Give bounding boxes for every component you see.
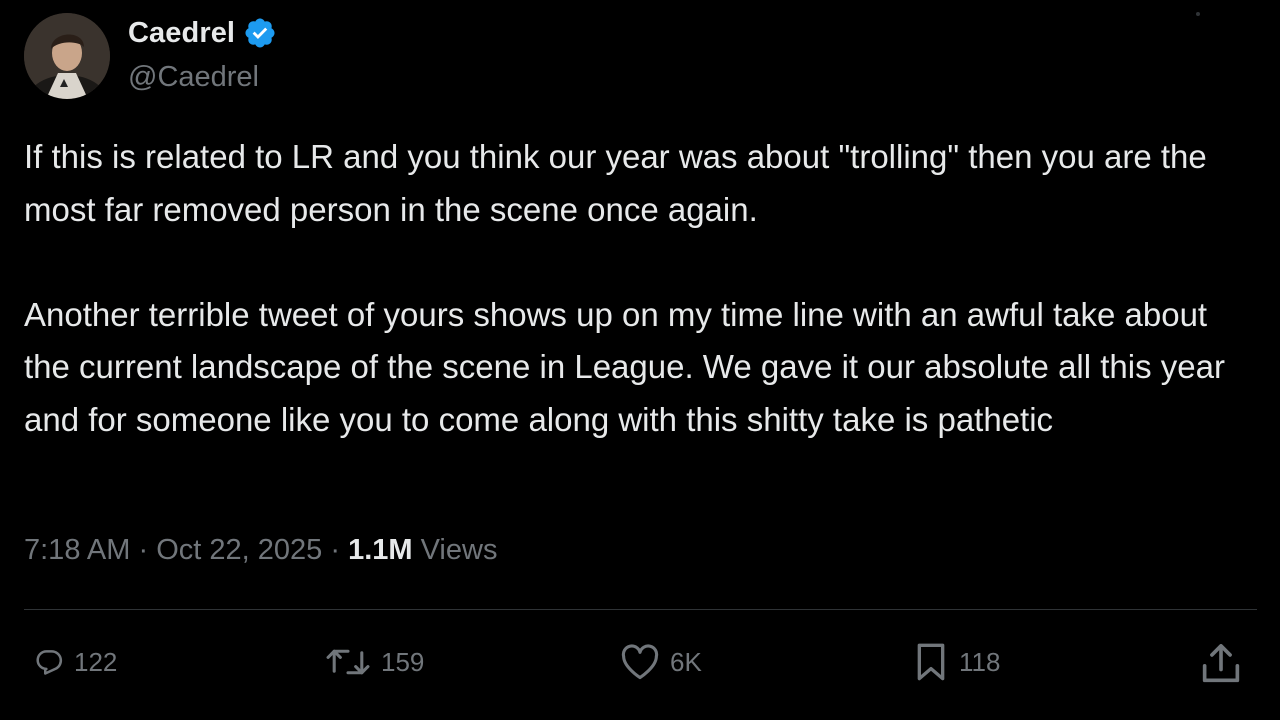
tweet-text: If this is related to LR and you think o…: [24, 131, 1259, 446]
reply-button[interactable]: 122: [34, 638, 117, 686]
bookmark-count: 118: [959, 646, 1001, 677]
repost-count: 159: [381, 646, 425, 677]
avatar[interactable]: [24, 13, 110, 99]
name-row: Caedrel: [128, 16, 277, 50]
bookmark-icon: [917, 643, 945, 681]
tweet-paragraph-1: If this is related to LR and you think o…: [24, 138, 1207, 228]
corner-dot: [1196, 12, 1200, 16]
tweet-time[interactable]: 7:18 AM: [24, 534, 130, 566]
handle[interactable]: @Caedrel: [128, 61, 259, 94]
tweet-card: Caedrel @Caedrel If this is related to L…: [0, 0, 1280, 720]
views-label: Views: [420, 534, 498, 566]
meta-separator: ·: [138, 534, 149, 566]
views-count: 1.1M: [348, 534, 413, 566]
reply-count: 122: [74, 646, 118, 677]
meta-separator: ·: [330, 534, 340, 566]
bookmark-button[interactable]: 118: [913, 638, 1000, 686]
like-count: 6K: [670, 646, 702, 677]
display-name[interactable]: Caedrel: [128, 17, 235, 50]
tweet-paragraph-2: Another terrible tweet of yours shows up…: [24, 295, 1225, 438]
repost-button[interactable]: 159: [325, 638, 424, 686]
heart-icon: [621, 644, 659, 680]
avatar-image: [24, 13, 110, 99]
tweet-meta: 7:18 AM · Oct 22, 2025 · 1.1M Views: [24, 534, 497, 567]
verified-badge-icon: [245, 18, 275, 48]
share-button[interactable]: [1198, 640, 1244, 688]
like-button[interactable]: 6K: [620, 638, 702, 686]
divider: [24, 609, 1257, 610]
reply-icon: [36, 650, 63, 675]
tweet-date[interactable]: Oct 22, 2025: [156, 534, 322, 566]
share-icon: [1202, 644, 1240, 683]
repost-icon: [326, 649, 370, 675]
